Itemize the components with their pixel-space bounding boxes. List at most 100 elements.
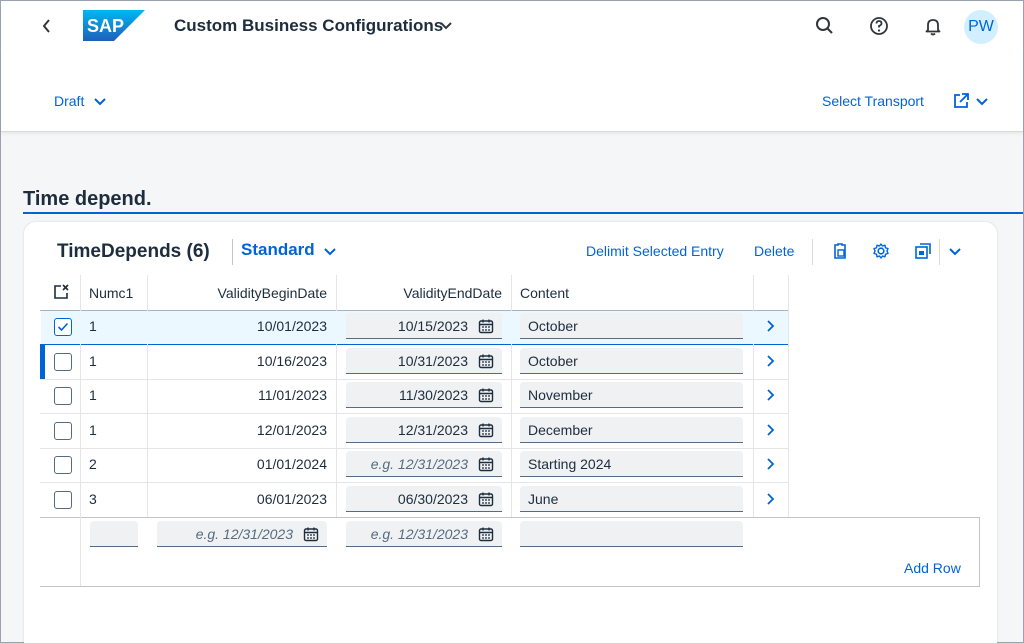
chevron-right-icon[interactable] xyxy=(764,492,776,506)
row-checkbox[interactable] xyxy=(54,422,72,440)
select-transport-button[interactable]: Select Transport xyxy=(822,93,924,109)
calendar-icon[interactable] xyxy=(303,526,319,542)
cell-numc1: 1 xyxy=(89,353,97,369)
content-input[interactable]: November xyxy=(520,382,743,408)
variant-selector[interactable]: Standard xyxy=(241,240,315,260)
app-title[interactable]: Custom Business Configurations xyxy=(174,16,443,36)
column-header-numc1[interactable]: Numc1 xyxy=(89,285,133,301)
cell-numc1: 1 xyxy=(89,318,97,334)
row-line xyxy=(40,517,980,518)
cell-begin-date: 10/01/2023 xyxy=(256,318,327,334)
share-icon[interactable] xyxy=(951,91,971,111)
row-line xyxy=(40,413,788,414)
cell-numc1: 1 xyxy=(89,422,97,438)
content-value: Starting 2024 xyxy=(528,456,612,472)
end-date-value: 06/30/2023 xyxy=(397,491,468,507)
calendar-icon[interactable] xyxy=(478,422,494,438)
content-value: November xyxy=(528,387,593,403)
end-date-value: 10/15/2023 xyxy=(397,318,468,334)
row-line xyxy=(40,482,788,483)
cell-begin-date: 10/16/2023 xyxy=(256,353,327,369)
new-content-input[interactable] xyxy=(520,521,743,547)
new-begin-date-input[interactable]: e.g. 12/31/2023 xyxy=(157,521,327,547)
content-value: October xyxy=(528,318,578,334)
content-value: December xyxy=(528,422,593,438)
divider xyxy=(812,239,813,265)
content-value: June xyxy=(528,491,559,507)
content-input[interactable]: Starting 2024 xyxy=(520,451,743,477)
export-icon[interactable] xyxy=(913,241,933,261)
deselect-all-icon[interactable] xyxy=(52,283,70,301)
row-checkbox[interactable] xyxy=(54,353,72,371)
content-input[interactable]: October xyxy=(520,313,743,339)
chevron-down-icon[interactable] xyxy=(323,243,337,259)
cell-numc1: 1 xyxy=(89,387,97,403)
add-row-button[interactable]: Add Row xyxy=(904,560,961,576)
content-input[interactable]: December xyxy=(520,417,743,443)
content-value: October xyxy=(528,353,578,369)
chevron-right-icon[interactable] xyxy=(764,354,776,368)
draft-status[interactable]: Draft xyxy=(54,93,84,109)
back-icon[interactable] xyxy=(39,15,55,37)
cell-begin-date: 11/01/2023 xyxy=(257,387,327,403)
section-title: Time depend. xyxy=(23,188,152,210)
settings-icon[interactable] xyxy=(871,241,891,261)
divider xyxy=(939,239,940,265)
cell-begin-date: 01/01/2024 xyxy=(256,456,327,472)
divider xyxy=(232,239,233,265)
row-checkbox[interactable] xyxy=(54,456,72,474)
row-line xyxy=(40,379,788,380)
delimit-selected-entry-button[interactable]: Delimit Selected Entry xyxy=(586,243,724,259)
selection-line xyxy=(40,344,788,345)
checkmark-icon xyxy=(57,322,69,332)
chevron-right-icon[interactable] xyxy=(764,319,776,333)
search-icon[interactable] xyxy=(813,14,837,38)
cell-begin-date: 12/01/2023 xyxy=(256,422,327,438)
row-focus-indicator xyxy=(40,345,45,379)
row-checkbox[interactable] xyxy=(54,387,72,405)
table-title: TimeDepends (6) xyxy=(57,241,210,262)
paste-icon[interactable] xyxy=(830,241,850,261)
column-header-content[interactable]: Content xyxy=(520,285,569,301)
chevron-down-icon[interactable] xyxy=(438,15,454,35)
column-header-validity-begin[interactable]: ValidityBeginDate xyxy=(147,285,327,301)
cell-begin-date: 06/01/2023 xyxy=(256,491,327,507)
end-date-value: 11/30/2023 xyxy=(398,387,468,403)
column-header-validity-end[interactable]: ValidityEndDate xyxy=(336,285,502,301)
notification-icon[interactable] xyxy=(921,14,945,38)
user-avatar[interactable]: PW xyxy=(964,10,998,44)
calendar-icon[interactable] xyxy=(478,318,494,334)
chevron-right-icon[interactable] xyxy=(764,388,776,402)
row-checkbox[interactable] xyxy=(54,318,72,336)
sap-logo[interactable]: SAP xyxy=(83,10,145,41)
cell-numc1: 3 xyxy=(89,491,97,507)
end-date-value: 12/31/2023 xyxy=(397,422,468,438)
chevron-down-icon[interactable] xyxy=(948,243,962,259)
calendar-icon[interactable] xyxy=(478,456,494,472)
row-line xyxy=(40,448,788,449)
col-line xyxy=(979,517,980,586)
calendar-icon[interactable] xyxy=(478,526,494,542)
row-checkbox[interactable] xyxy=(54,491,72,509)
calendar-icon[interactable] xyxy=(478,491,494,507)
calendar-icon[interactable] xyxy=(478,387,494,403)
chevron-right-icon[interactable] xyxy=(764,423,776,437)
chevron-down-icon[interactable] xyxy=(975,93,989,109)
end-date-placeholder: e.g. 12/31/2023 xyxy=(370,526,468,542)
chevron-down-icon[interactable] xyxy=(93,93,107,109)
content-input[interactable]: June xyxy=(520,486,743,512)
calendar-icon[interactable] xyxy=(478,353,494,369)
chevron-right-icon[interactable] xyxy=(764,457,776,471)
col-line xyxy=(788,275,789,517)
delete-button[interactable]: Delete xyxy=(754,243,794,259)
content-input[interactable]: October xyxy=(520,348,743,374)
object-header xyxy=(1,51,1023,132)
help-icon[interactable] xyxy=(867,14,891,38)
new-numc1-input[interactable] xyxy=(90,521,138,547)
sap-logo-text: SAP xyxy=(87,16,124,36)
begin-date-placeholder: e.g. 12/31/2023 xyxy=(195,526,293,542)
end-date-placeholder: e.g. 12/31/2023 xyxy=(370,456,468,472)
table-bottom-line xyxy=(40,586,980,587)
section-underline xyxy=(23,212,1023,214)
cell-numc1: 2 xyxy=(89,456,97,472)
